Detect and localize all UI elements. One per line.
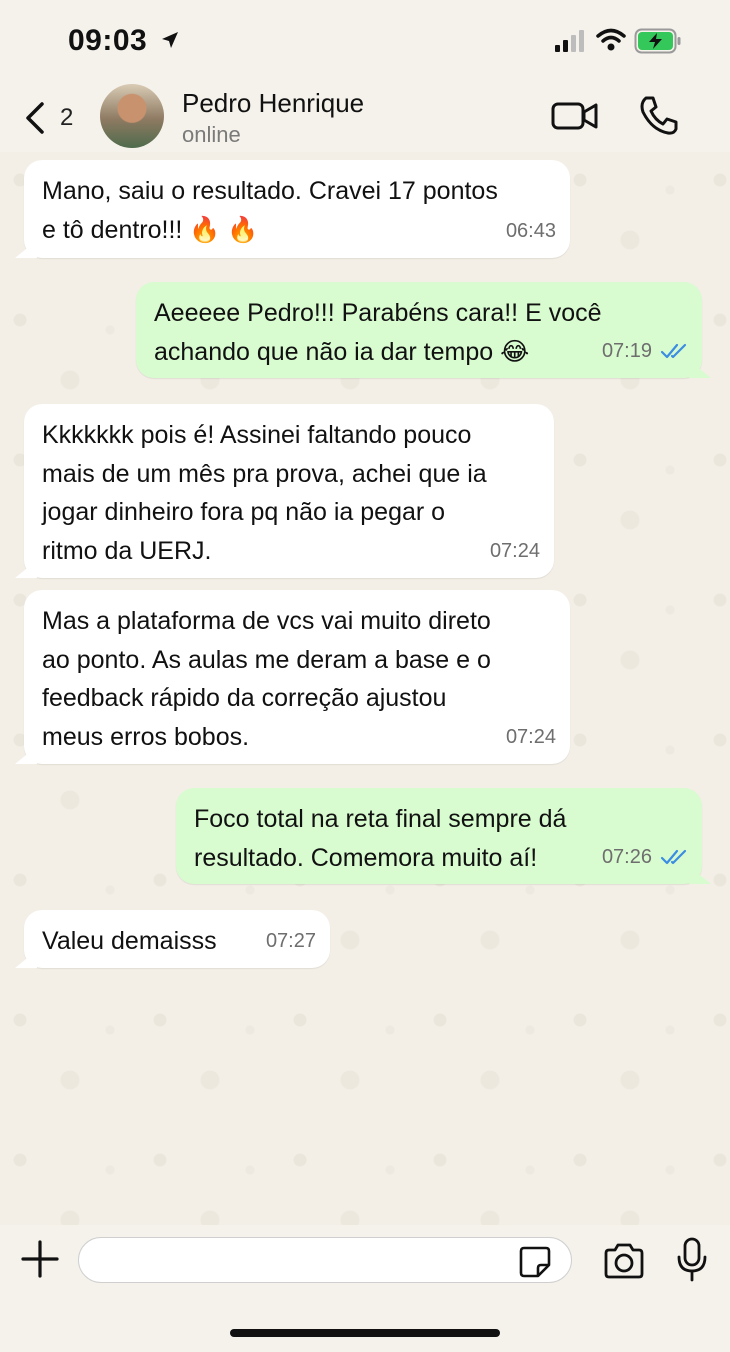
- message-time: 06:43: [505, 219, 556, 242]
- message-bubble-incoming[interactable]: Valeu demaisss 07:27: [24, 910, 330, 968]
- contact-avatar[interactable]: [100, 84, 164, 148]
- message-bubble-outgoing[interactable]: Foco total na reta final sempre dá resul…: [176, 788, 702, 884]
- battery-charging-icon: [634, 28, 681, 54]
- message-text: Mas a plataforma de vcs vai muito direto…: [42, 607, 491, 751]
- contact-status: online: [182, 122, 241, 147]
- attach-plus-button[interactable]: [20, 1239, 60, 1279]
- unread-count: 2: [60, 104, 74, 131]
- message-input[interactable]: [78, 1237, 572, 1283]
- message-bubble-incoming[interactable]: Mano, saiu o resultado. Cravei 17 pontos…: [24, 160, 570, 258]
- camera-button[interactable]: [602, 1241, 646, 1281]
- location-arrow-icon: [162, 32, 178, 48]
- double-check-icon: [660, 343, 687, 358]
- composer-bar: [0, 1225, 730, 1352]
- wifi-icon: [596, 28, 626, 51]
- message-text: Mano, saiu o resultado. Cravei 17 pontos…: [42, 177, 498, 244]
- message-bubble-incoming[interactable]: Mas a plataforma de vcs vai muito direto…: [24, 590, 570, 764]
- double-check-icon: [660, 849, 687, 864]
- message-bubble-incoming[interactable]: Kkkkkkk pois é! Assinei faltando pouco m…: [24, 404, 554, 578]
- cellular-signal-icon: [555, 30, 584, 52]
- message-time: 07:19: [601, 339, 652, 362]
- message-time: 07:24: [505, 725, 556, 748]
- chevron-left-icon: [26, 102, 44, 134]
- sticker-button[interactable]: [518, 1245, 552, 1279]
- video-call-button[interactable]: [550, 96, 600, 136]
- home-indicator: [230, 1329, 500, 1337]
- message-time: 07:24: [489, 539, 540, 562]
- microphone-button[interactable]: [676, 1237, 708, 1283]
- message-time: 07:26: [601, 845, 652, 868]
- status-bar: 09:03: [0, 0, 730, 80]
- contact-name[interactable]: Pedro Henrique: [182, 88, 364, 119]
- message-bubble-outgoing[interactable]: Aeeeee Pedro!!! Parabéns cara!! E você a…: [136, 282, 702, 378]
- voice-call-button[interactable]: [638, 94, 678, 136]
- back-button[interactable]: 2: [24, 98, 94, 138]
- chat-header: 2 Pedro Henrique online: [0, 80, 730, 152]
- message-text: Kkkkkkk pois é! Assinei faltando pouco m…: [42, 421, 487, 565]
- message-time: 07:27: [265, 929, 316, 952]
- status-time: 09:03: [68, 24, 148, 57]
